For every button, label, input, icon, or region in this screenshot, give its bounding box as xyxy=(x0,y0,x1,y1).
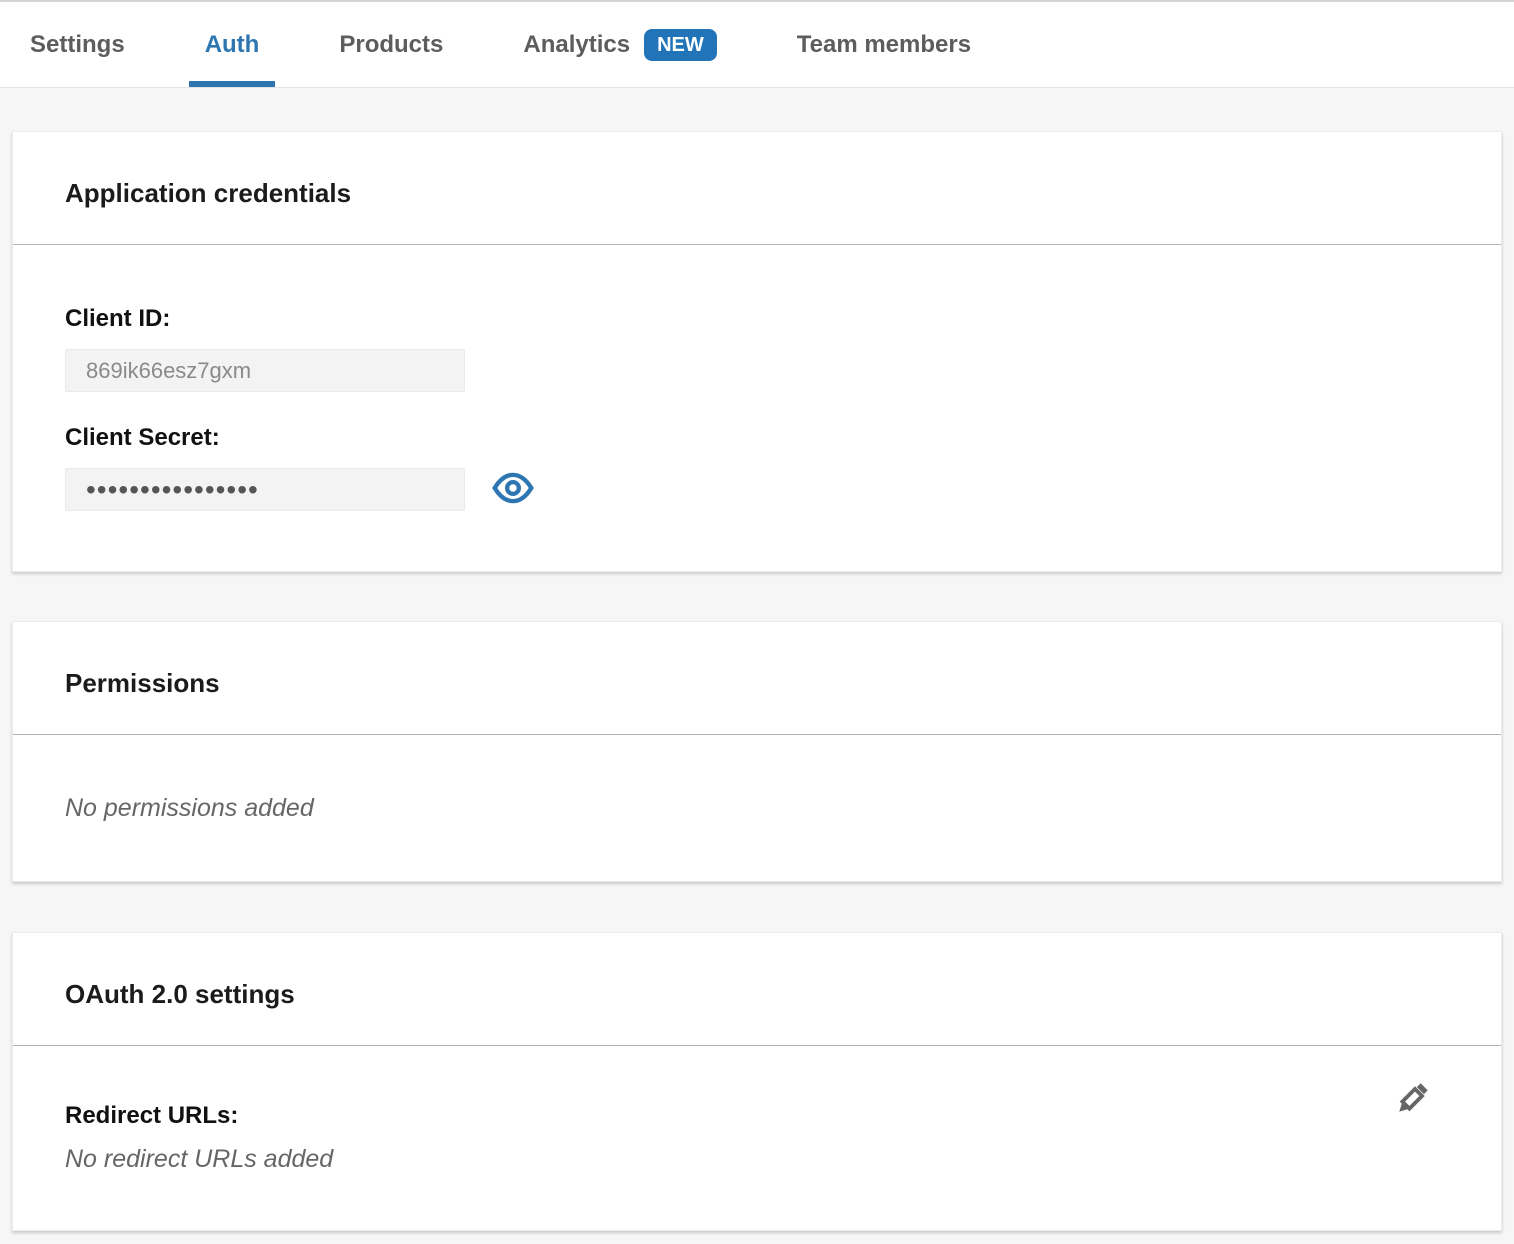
card-application-credentials-header: Application credentials xyxy=(13,132,1501,245)
client-secret-label: Client Secret: xyxy=(65,424,1449,452)
tab-auth-label: Auth xyxy=(205,31,260,59)
card-permissions: Permissions No permissions added xyxy=(12,621,1502,882)
tab-team-members-label: Team members xyxy=(797,31,971,59)
tab-products-label: Products xyxy=(339,31,443,59)
show-secret-button[interactable] xyxy=(491,469,535,510)
card-permissions-header: Permissions xyxy=(13,622,1501,735)
client-secret-row: •••••••••••••••• xyxy=(65,468,1449,511)
card-oauth-settings-header: OAuth 2.0 settings xyxy=(13,933,1501,1046)
card-application-credentials-body: Client ID: 869ik66esz7gxm Client Secret:… xyxy=(13,245,1501,571)
tab-settings-label: Settings xyxy=(30,31,125,59)
eye-icon xyxy=(491,469,535,510)
tab-team-members[interactable]: Team members xyxy=(797,2,971,87)
tab-settings[interactable]: Settings xyxy=(30,2,125,87)
card-permissions-body: No permissions added xyxy=(13,735,1501,881)
redirect-urls-label: Redirect URLs: xyxy=(65,1102,1449,1130)
client-secret-field[interactable]: •••••••••••••••• xyxy=(65,468,465,511)
tab-products[interactable]: Products xyxy=(339,2,443,87)
application-credentials-title: Application credentials xyxy=(65,178,1449,208)
oauth-settings-title: OAuth 2.0 settings xyxy=(65,979,1449,1009)
new-badge: NEW xyxy=(644,29,717,61)
tab-analytics-label: Analytics xyxy=(523,31,630,59)
tab-auth[interactable]: Auth xyxy=(205,2,260,87)
permissions-empty-text: No permissions added xyxy=(65,793,1449,823)
client-id-label: Client ID: xyxy=(65,305,1449,333)
card-oauth-settings-body: Redirect URLs: No redirect URLs added xyxy=(13,1046,1501,1230)
edit-redirect-urls-button[interactable] xyxy=(1389,1076,1435,1125)
tab-bar: Settings Auth Products Analytics NEW Tea… xyxy=(0,2,1514,88)
redirect-urls-empty-text: No redirect URLs added xyxy=(65,1144,1449,1174)
tab-analytics[interactable]: Analytics NEW xyxy=(523,2,716,87)
card-oauth-settings: OAuth 2.0 settings Redirect URLs: No red… xyxy=(12,932,1502,1231)
pencil-icon xyxy=(1389,1076,1435,1125)
card-application-credentials: Application credentials Client ID: 869ik… xyxy=(12,131,1502,572)
permissions-title: Permissions xyxy=(65,668,1449,698)
client-id-field[interactable]: 869ik66esz7gxm xyxy=(65,349,465,392)
